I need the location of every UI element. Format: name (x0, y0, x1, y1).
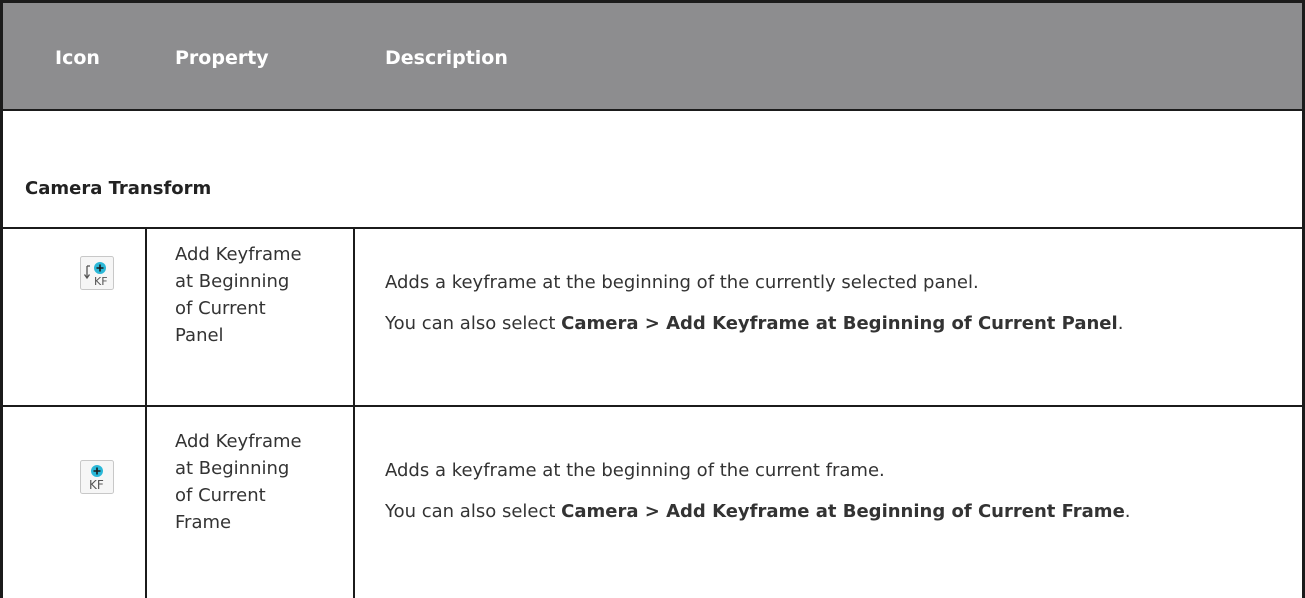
menu-hint-prefix: You can also select (385, 501, 562, 522)
property-line: Panel (175, 325, 224, 346)
row-menu-hint: You can also select Camera > Add Keyfram… (385, 313, 1123, 334)
add-keyframe-beginning-panel-icon: KF (80, 256, 114, 294)
property-line: at Beginning (175, 271, 290, 292)
row-description: Adds a keyframe at the beginning of the … (385, 272, 979, 293)
menu-hint-prefix: You can also select (385, 313, 562, 334)
table-header: Icon Property Description (3, 3, 1302, 111)
row-menu-hint: You can also select Camera > Add Keyfram… (385, 501, 1131, 522)
row-divider (3, 405, 1302, 407)
section-divider (3, 227, 1302, 229)
header-description-col: Description (385, 47, 508, 69)
property-line: Frame (175, 512, 232, 533)
row-description: Adds a keyframe at the beginning of the … (385, 460, 885, 481)
add-keyframe-beginning-frame-icon: KF (80, 460, 114, 498)
menu-hint-suffix: . (1124, 501, 1131, 522)
menu-hint-suffix: . (1117, 313, 1124, 334)
svg-text:KF: KF (89, 478, 104, 492)
property-line: of Current (175, 485, 266, 506)
menu-path: Camera > Add Keyframe at Beginning of Cu… (561, 313, 1118, 334)
svg-text:KF: KF (94, 275, 108, 288)
property-line: of Current (175, 298, 266, 319)
menu-path: Camera > Add Keyframe at Beginning of Cu… (561, 501, 1125, 522)
property-line: Add Keyframe (175, 431, 302, 452)
property-line: at Beginning (175, 458, 290, 479)
column-divider-1 (145, 228, 147, 598)
section-title: Camera Transform (25, 178, 212, 199)
header-property-col: Property (175, 47, 269, 69)
property-line: Add Keyframe (175, 244, 302, 265)
column-divider-2 (353, 228, 355, 598)
header-divider (3, 109, 1302, 111)
header-icon-col: Icon (55, 47, 100, 69)
